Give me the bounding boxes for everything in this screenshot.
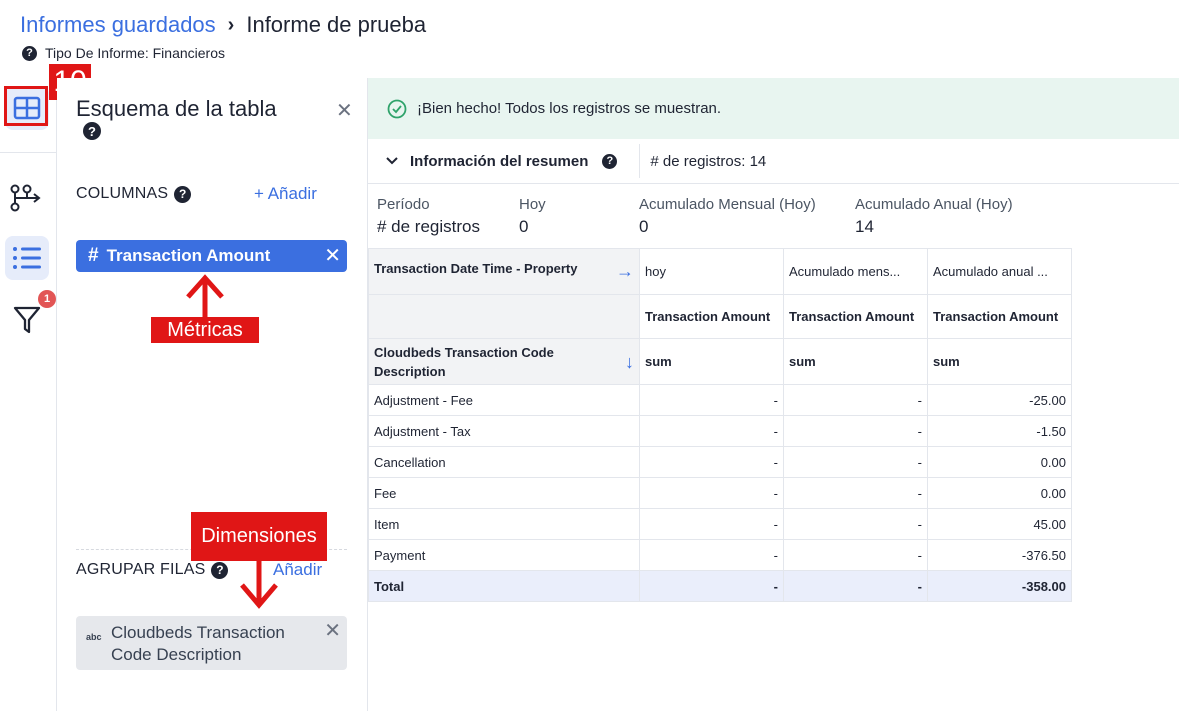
total-row: Total - - -358.00	[368, 570, 1072, 602]
cell-value: -25.00	[927, 384, 1072, 416]
pivot-header-label: Transaction Date Time - Property	[374, 261, 578, 276]
cell-value: -	[783, 508, 928, 540]
chevron-down-icon	[386, 157, 398, 165]
table-row: Adjustment - Fee - - -25.00	[368, 384, 1072, 416]
metric-header-cell: Transaction Amount	[927, 294, 1072, 339]
pivot-header-cell[interactable]: Transaction Date Time - Property →	[368, 248, 640, 295]
metrics-arrow	[186, 274, 224, 317]
summary-title: Información del resumen	[410, 152, 589, 170]
cell-value: -	[639, 415, 784, 447]
row-label: Adjustment - Tax	[368, 415, 640, 447]
stat-label-mtd: Acumulado Mensual (Hoy)	[639, 196, 816, 213]
success-banner: ¡Bien hecho! Todos los registros se mues…	[368, 78, 1179, 139]
stat-value-today: 0	[519, 217, 529, 236]
stat-label-today: Hoy	[519, 196, 546, 213]
table-header-row: Transaction Date Time - Property → hoy A…	[368, 248, 1072, 295]
table-row: Payment - - -376.50	[368, 539, 1072, 571]
cell-value: -	[783, 415, 928, 447]
success-message: ¡Bien hecho! Todos los registros se mues…	[417, 100, 722, 117]
column-header-mtd[interactable]: Acumulado mens...	[783, 248, 928, 295]
row-label: Payment	[368, 539, 640, 571]
total-label: Total	[368, 570, 640, 602]
summary-help-icon[interactable]: ?	[602, 153, 618, 169]
column-header-today[interactable]: hoy	[639, 248, 784, 295]
metric-header-cell: Transaction Amount	[783, 294, 928, 339]
summary-toggle[interactable]: Información del resumen ?	[368, 153, 625, 170]
table-row: Cancellation - - 0.00	[368, 446, 1072, 478]
cell-value: -	[783, 477, 928, 509]
pivot-table: Transaction Date Time - Property → hoy A…	[368, 248, 1072, 602]
stat-label-period: Período	[377, 196, 430, 213]
stat-value-mtd: 0	[639, 217, 649, 236]
row-label: Cancellation	[368, 446, 640, 478]
report-main: ¡Bien hecho! Todos los registros se mues…	[368, 78, 1179, 711]
stat-label-ytd: Acumulado Anual (Hoy)	[855, 196, 1013, 213]
cell-value: -	[639, 384, 784, 416]
agg-cell: sum	[783, 338, 928, 385]
agg-cell: sum	[927, 338, 1072, 385]
table-row: Adjustment - Tax - - -1.50	[368, 415, 1072, 447]
metric-header-cell: Transaction Amount	[639, 294, 784, 339]
arrow-right-icon[interactable]: →	[616, 261, 634, 282]
row-label: Item	[368, 508, 640, 540]
cell-value: -	[783, 384, 928, 416]
total-value: -358.00	[927, 570, 1072, 602]
check-circle-icon	[387, 99, 407, 118]
cell-value: -	[639, 477, 784, 509]
arrow-down-icon[interactable]: ↓	[625, 352, 634, 372]
dimensions-arrow	[240, 560, 278, 609]
dimensions-annotation-label: Dimensiones	[191, 512, 327, 561]
cell-value: -	[783, 446, 928, 478]
stat-value-ytd: 14	[855, 217, 874, 236]
row-label: Adjustment - Fee	[368, 384, 640, 416]
cell-value: -	[639, 446, 784, 478]
cell-value: 0.00	[927, 446, 1072, 478]
cell-value: -	[639, 539, 784, 571]
summary-bar: Información del resumen ? # de registros…	[368, 139, 1179, 184]
row-header-label: Cloudbeds Transaction Code Description	[374, 344, 554, 379]
agg-header-row: ↓ Cloudbeds Transaction Code Description…	[368, 338, 1072, 385]
metric-header-row: Transaction Amount Transaction Amount Tr…	[368, 294, 1072, 339]
record-count: # de registros: 14	[650, 152, 767, 170]
empty-header-cell	[368, 294, 640, 339]
column-header-ytd[interactable]: Acumulado anual ...	[927, 248, 1072, 295]
cell-value: 45.00	[927, 508, 1072, 540]
row-header-cell[interactable]: ↓ Cloudbeds Transaction Code Description	[368, 338, 640, 385]
cell-value: -376.50	[927, 539, 1072, 571]
row-label: Fee	[368, 477, 640, 509]
cell-value: -	[783, 539, 928, 571]
cell-value: -	[639, 508, 784, 540]
table-row: Item - - 45.00	[368, 508, 1072, 540]
metrics-annotation-label: Métricas	[151, 317, 259, 343]
agg-cell: sum	[639, 338, 784, 385]
stat-value-period: # de registros	[377, 217, 480, 236]
cell-value: -1.50	[927, 415, 1072, 447]
cell-value: 0.00	[927, 477, 1072, 509]
table-row: Fee - - 0.00	[368, 477, 1072, 509]
total-value: -	[783, 570, 928, 602]
total-value: -	[639, 570, 784, 602]
summary-divider	[639, 144, 641, 178]
